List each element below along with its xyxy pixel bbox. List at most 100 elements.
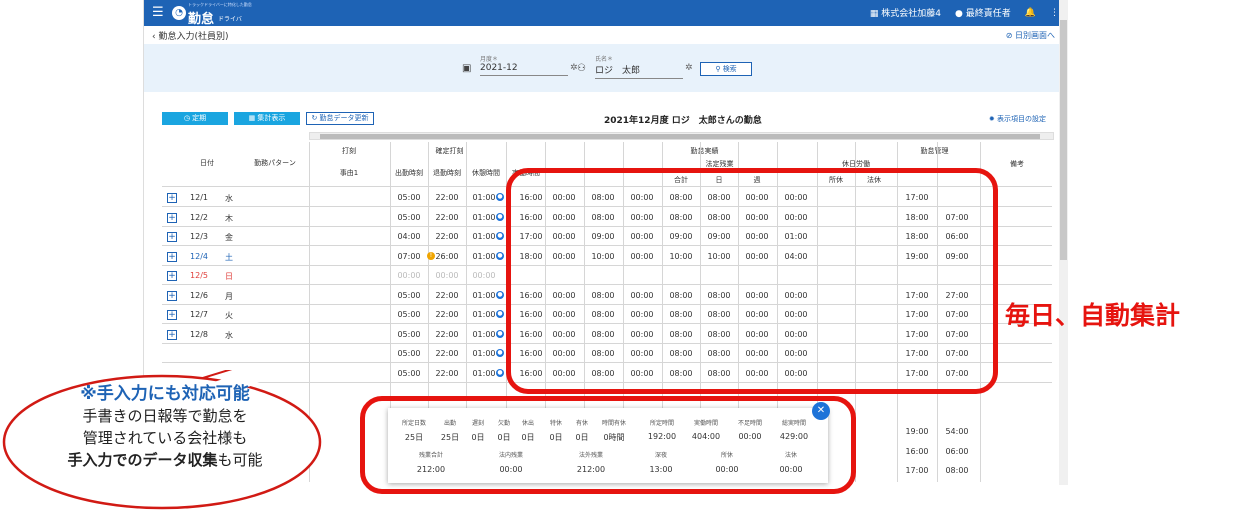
- break-info-icon[interactable]: ●: [496, 251, 504, 260]
- expand-row-icon[interactable]: +: [167, 232, 177, 242]
- expand-row-icon[interactable]: +: [167, 290, 177, 301]
- bell-icon[interactable]: 🔔: [1025, 8, 1036, 18]
- auto-total-callout: 毎日、自動集計: [1005, 301, 1181, 330]
- header-pattern: 勤務パターン: [254, 159, 296, 167]
- scroll-thumb-v[interactable]: [1060, 20, 1067, 260]
- break-info-icon[interactable]: ●: [496, 310, 504, 318]
- name-field[interactable]: 氏名＊ ⚇ ロジ 太郎 ✲: [577, 54, 707, 80]
- row-start[interactable]: 05:00: [390, 369, 428, 378]
- page-title: 勤怠入力(社員別): [158, 32, 229, 42]
- row-end[interactable]: 26:00: [428, 252, 466, 261]
- header-punch: 打刻: [342, 147, 356, 155]
- display-settings-link[interactable]: ✹ 表示項目の設定: [989, 114, 1046, 124]
- break-info-icon[interactable]: ●: [496, 290, 504, 299]
- row-date: 12/7: [190, 310, 208, 319]
- user-menu[interactable]: ● 最終責任者: [955, 6, 1011, 19]
- row-break[interactable]: 00:00: [466, 271, 502, 280]
- expand-row-icon[interactable]: +: [167, 193, 177, 203]
- logo-text: 勤怠: [188, 12, 215, 27]
- row-date: 12/2: [190, 212, 208, 222]
- row-start[interactable]: 05:00: [390, 193, 428, 202]
- top-bar: ☰ ◔ トラックドライバーに特化した勤怠 勤怠 ドライバー ▦ 株式会社加藤4 …: [144, 0, 1068, 32]
- bubble-line-4-bold: 手入力でのデータ収集: [67, 451, 218, 469]
- row-end[interactable]: 22:00: [428, 349, 466, 358]
- expand-row-icon[interactable]: +: [167, 251, 177, 262]
- header-start: 出勤時刻: [395, 169, 423, 177]
- row-end[interactable]: 22:00: [428, 369, 466, 378]
- calendar-icon[interactable]: ▣: [462, 63, 471, 74]
- row-date: 12/5: [190, 271, 208, 280]
- row-mgmt-2: 54:00: [945, 427, 969, 436]
- row-start[interactable]: 05:00: [390, 349, 428, 358]
- row-mgmt-1: 16:00: [905, 446, 929, 456]
- back-link[interactable]: ‹ 勤怠入力(社員別): [152, 29, 229, 42]
- row-start[interactable]: 00:00: [390, 271, 428, 280]
- bubble-text: ※手入力にも対応可能 手書きの日報等で勤怠を 管理されている会社様も 手入力での…: [20, 383, 310, 471]
- bubble-line-4: 手入力でのデータ収集も可能: [20, 449, 310, 471]
- daily-view-label: 日別画面へ: [1015, 31, 1055, 40]
- person-search-icon[interactable]: ⚇: [577, 63, 586, 74]
- expand-row-icon[interactable]: +: [167, 212, 177, 223]
- daily-view-link[interactable]: ⊘ 日別画面へ: [1006, 30, 1055, 41]
- row-end[interactable]: 00:00: [428, 271, 466, 280]
- search-icon: ⚲: [715, 65, 721, 73]
- search-button[interactable]: ⚲ 検索: [700, 62, 752, 76]
- header-fixed-punch: 確定打刻: [435, 147, 464, 155]
- settings-label: 表示項目の設定: [997, 115, 1046, 123]
- row-start[interactable]: 05:00: [390, 291, 428, 300]
- month-field[interactable]: 月度＊ ▣ 2021-12 ✲: [462, 54, 592, 80]
- row-end[interactable]: 22:00: [428, 310, 466, 319]
- row-end[interactable]: 22:00: [428, 193, 466, 202]
- expand-row-icon[interactable]: +: [167, 271, 177, 281]
- name-gear-icon[interactable]: ✲: [685, 63, 693, 73]
- fix-button-label: 定期: [192, 114, 207, 122]
- row-end[interactable]: 22:00: [428, 232, 466, 241]
- building-icon: ▦: [869, 9, 879, 19]
- row-end[interactable]: 22:00: [428, 330, 466, 339]
- company-selector[interactable]: ▦ 株式会社加藤4: [870, 6, 941, 19]
- name-input[interactable]: ロジ 太郎: [595, 63, 683, 79]
- vertical-scrollbar[interactable]: [1059, 0, 1068, 485]
- scroll-thumb[interactable]: [320, 134, 1040, 139]
- update-data-button[interactable]: ↻ 勤怠データ更新: [306, 112, 374, 125]
- row-start[interactable]: 05:00: [390, 330, 428, 339]
- horizontal-scrollbar[interactable]: [309, 132, 1054, 140]
- breadcrumb: ‹ 勤怠入力(社員別) ⊘ 日別画面へ: [144, 26, 1068, 44]
- break-info-icon[interactable]: ●: [496, 193, 504, 201]
- break-info-icon[interactable]: ●: [496, 329, 504, 338]
- row-date: 12/6: [190, 290, 208, 300]
- name-label: 氏名＊: [595, 56, 614, 63]
- logo[interactable]: ◔ トラックドライバーに特化した勤怠 勤怠 ドライバー: [172, 2, 252, 32]
- row-mgmt-2: 06:00: [945, 446, 969, 456]
- user-icon: ●: [955, 9, 963, 19]
- fix-button[interactable]: ◷ 定期: [162, 112, 228, 125]
- break-info-icon[interactable]: ●: [496, 212, 504, 221]
- more-vert-icon[interactable]: ⋮: [1050, 8, 1059, 18]
- row-start[interactable]: 05:00: [390, 310, 428, 319]
- bubble-title: ※手入力にも対応可能: [80, 384, 250, 404]
- break-info-icon[interactable]: ●: [496, 368, 504, 377]
- row-weekday: 水: [225, 330, 233, 340]
- row-mgmt-1: 17:00: [905, 466, 929, 475]
- row-start[interactable]: 04:00: [390, 232, 428, 241]
- expand-row-icon[interactable]: +: [167, 310, 177, 320]
- row-weekday: 水: [225, 194, 233, 203]
- row-weekday: 木: [225, 213, 233, 223]
- menu-icon[interactable]: ☰: [152, 5, 164, 20]
- break-info-icon[interactable]: ●: [496, 349, 504, 357]
- month-input[interactable]: 2021-12: [480, 63, 568, 76]
- total-view-button[interactable]: ▦ 集計表示: [234, 112, 300, 125]
- row-mgmt-1: 19:00: [905, 427, 929, 436]
- expand-row-icon[interactable]: +: [167, 329, 177, 340]
- sheet-title: 2021年12月度 ロジ 太郎さんの勤怠: [604, 116, 762, 126]
- row-end[interactable]: 22:00: [428, 213, 466, 222]
- row-weekday: 土: [225, 252, 233, 262]
- total-button-label: 集計表示: [257, 114, 286, 122]
- bubble-line-4-rest: も可能: [217, 451, 263, 469]
- row-start[interactable]: 07:00: [390, 252, 428, 261]
- user-name: 最終責任者: [965, 9, 1011, 19]
- row-end[interactable]: 22:00: [428, 291, 466, 300]
- row-start[interactable]: 05:00: [390, 213, 428, 222]
- row-weekday: 金: [225, 233, 233, 242]
- break-info-icon[interactable]: ●: [496, 232, 504, 240]
